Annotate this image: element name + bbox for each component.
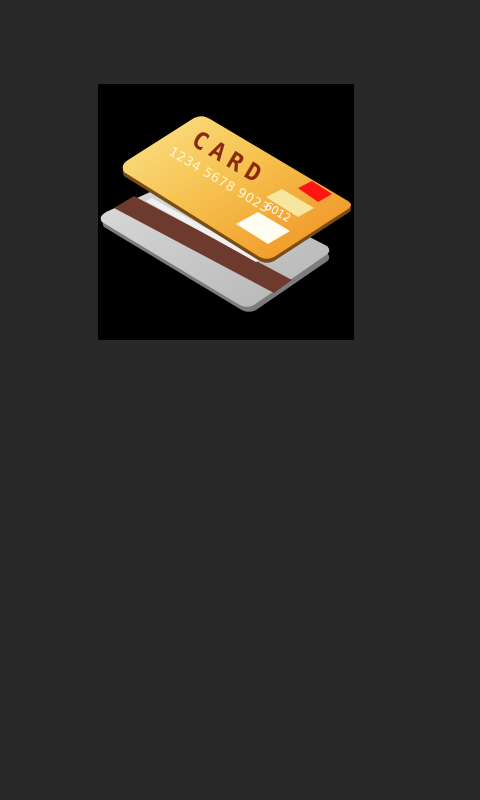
credit-card-image: CARD 1234 5678 9023 6012 bbox=[98, 84, 354, 340]
app-screen: CARD 1234 5678 9023 6012 bbox=[0, 0, 480, 800]
credit-card-icon: CARD 1234 5678 9023 6012 bbox=[100, 116, 352, 312]
